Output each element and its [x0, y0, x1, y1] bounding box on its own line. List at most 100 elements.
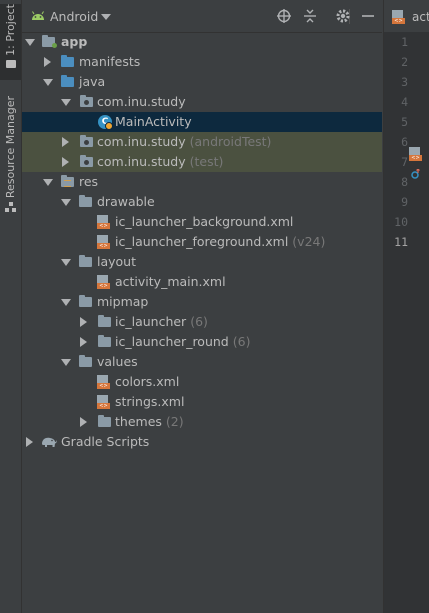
tree-item-label: themes — [115, 414, 162, 429]
tree-item-label: MainActivity — [115, 114, 192, 129]
line-number: 10 — [394, 215, 408, 229]
gear-icon[interactable] — [335, 8, 351, 24]
tree-item-ic-launcher[interactable]: ic_launcher (6) — [22, 312, 382, 332]
folder-icon — [98, 315, 111, 327]
tree-item-app[interactable]: app — [22, 32, 382, 52]
folder-icon — [61, 75, 74, 87]
folder-icon — [61, 55, 74, 67]
line-number: 3 — [401, 75, 408, 89]
module-badge-icon — [52, 43, 57, 48]
resource-manager-tool-tab[interactable]: Resource Manager — [0, 96, 21, 214]
chevron-down-icon[interactable] — [43, 179, 53, 186]
line-number: 6 — [401, 135, 408, 149]
tree-item-suffix: (v24) — [292, 234, 326, 249]
resource-folder-icon — [61, 175, 74, 187]
tree-item-label: manifests — [79, 54, 141, 69]
line-number: 11 — [394, 235, 408, 249]
chevron-right-icon[interactable] — [80, 417, 87, 427]
project-panel: Android app manifests java com.inu.study… — [22, 0, 382, 613]
tree-item-activity-main[interactable]: <> activity_main.xml — [22, 272, 382, 292]
tree-item-label: strings.xml — [115, 394, 185, 409]
chevron-right-icon[interactable] — [80, 337, 87, 347]
chevron-right-icon[interactable] — [44, 57, 51, 67]
chevron-down-icon[interactable] — [25, 39, 35, 46]
chevron-down-icon[interactable] — [61, 259, 71, 266]
hide-panel-icon[interactable] — [360, 8, 376, 24]
chevron-right-icon[interactable] — [80, 317, 87, 327]
tree-item-res[interactable]: res — [22, 172, 382, 192]
editor-tab-activity-main[interactable]: <> acti — [384, 0, 429, 33]
tree-item-package-android-test[interactable]: com.inu.study (androidTest) — [22, 132, 382, 152]
tree-item-label: com.inu.study — [97, 154, 186, 169]
folder-icon — [79, 255, 92, 267]
folder-icon — [98, 335, 111, 347]
tree-item-main-activity[interactable]: C MainActivity — [22, 112, 382, 132]
tree-item-suffix: (test) — [189, 154, 224, 169]
tree-item-ic-launcher-round[interactable]: ic_launcher_round (6) — [22, 332, 382, 352]
chevron-down-icon[interactable] — [101, 14, 111, 21]
tree-item-strings[interactable]: <> strings.xml — [22, 392, 382, 412]
tree-item-suffix: (androidTest) — [189, 134, 272, 149]
editor-tab-label: acti — [412, 10, 429, 24]
tree-item-label: java — [79, 74, 106, 89]
tree-item-label: ic_launcher_foreground.xml — [115, 234, 289, 249]
chevron-right-icon[interactable] — [62, 137, 69, 147]
tree-item-label: ic_launcher_round — [115, 334, 229, 349]
project-tool-tab[interactable]: 1: Project — [0, 4, 21, 80]
chevron-down-icon[interactable] — [61, 299, 71, 306]
xml-file-icon: <> — [392, 10, 405, 25]
tree-item-label: ic_launcher_background.xml — [115, 214, 294, 229]
tree-item-ic-launcher-foreground[interactable]: <> ic_launcher_foreground.xml (v24) — [22, 232, 382, 252]
tree-item-label: Gradle Scripts — [61, 434, 150, 449]
tree-item-gradle-scripts[interactable]: Gradle Scripts — [22, 432, 382, 452]
tree-item-colors[interactable]: <> colors.xml — [22, 372, 382, 392]
tree-item-label: mipmap — [97, 294, 149, 309]
tree-item-suffix: (6) — [232, 334, 251, 349]
chevron-down-icon[interactable] — [43, 79, 53, 86]
line-number-gutter: 1 2 3 4 5 6 7 8 9 10 11 <> — [384, 32, 429, 613]
package-icon — [80, 135, 93, 147]
chevron-right-icon[interactable] — [26, 437, 33, 447]
editor-area: <> acti 1 2 3 4 5 6 7 8 9 10 11 <> — [383, 0, 429, 613]
chevron-down-icon[interactable] — [61, 99, 71, 106]
tree-item-ic-launcher-background[interactable]: <> ic_launcher_background.xml — [22, 212, 382, 232]
tree-item-package-test[interactable]: com.inu.study (test) — [22, 152, 382, 172]
tree-item-themes[interactable]: themes (2) — [22, 412, 382, 432]
line-number: 4 — [401, 95, 408, 109]
xml-file-icon: <> — [97, 235, 110, 250]
tree-item-label: layout — [97, 254, 137, 269]
line-number: 7 — [401, 155, 408, 169]
chevron-down-icon[interactable] — [61, 359, 71, 366]
package-icon — [80, 95, 93, 107]
tree-item-drawable[interactable]: drawable — [22, 192, 382, 212]
view-mode-selector[interactable]: Android — [50, 9, 98, 24]
line-number: 9 — [401, 195, 408, 209]
resource-manager-tab-label: Resource Manager — [4, 96, 17, 199]
tree-item-java[interactable]: java — [22, 72, 382, 92]
xml-file-icon: <> — [97, 215, 110, 230]
tree-item-package-main[interactable]: com.inu.study — [22, 92, 382, 112]
line-number: 8 — [401, 175, 408, 189]
xml-file-icon: <> — [97, 375, 110, 390]
folder-icon — [5, 59, 16, 68]
android-icon — [32, 11, 44, 20]
line-number: 5 — [401, 115, 408, 129]
xml-gutter-icon[interactable]: <> — [409, 147, 422, 162]
xml-file-icon: <> — [97, 395, 110, 410]
line-number: 2 — [401, 55, 408, 69]
tree-item-layout[interactable]: layout — [22, 252, 382, 272]
collapse-all-icon[interactable] — [302, 8, 318, 24]
locate-file-icon[interactable] — [276, 8, 292, 24]
tree-item-values[interactable]: values — [22, 352, 382, 372]
tree-item-label: colors.xml — [115, 374, 180, 389]
tree-item-label: com.inu.study — [97, 94, 186, 109]
tree-item-manifests[interactable]: manifests — [22, 52, 382, 72]
tool-window-strip: 1: Project Resource Manager — [0, 0, 22, 613]
tree-item-mipmap[interactable]: mipmap — [22, 292, 382, 312]
tree-item-label: res — [79, 174, 99, 189]
navigate-to-class-icon[interactable] — [411, 169, 421, 179]
chevron-right-icon[interactable] — [62, 157, 69, 167]
tree-item-label: app — [61, 34, 88, 49]
resource-manager-icon — [5, 202, 16, 213]
chevron-down-icon[interactable] — [61, 199, 71, 206]
